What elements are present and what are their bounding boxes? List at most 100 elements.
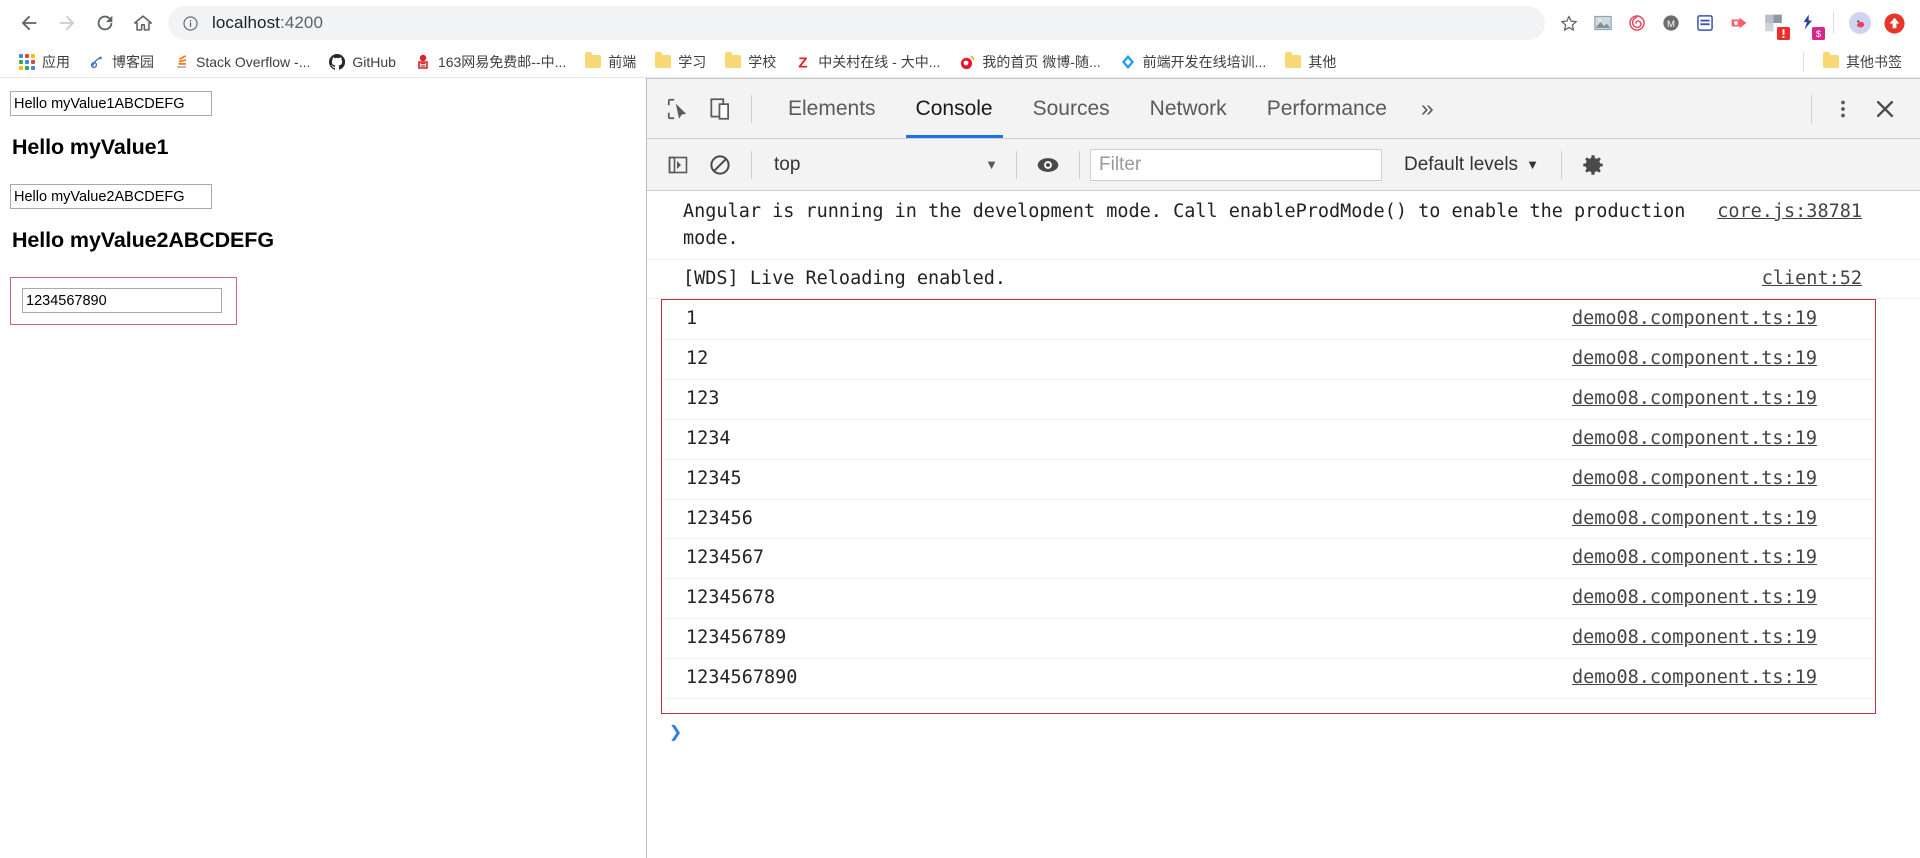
bookmark-folder[interactable]: 其他 [1276, 49, 1344, 75]
reload-button[interactable] [86, 4, 124, 42]
console-message-source[interactable]: demo08.component.ts:19 [1572, 386, 1869, 413]
live-expression-icon[interactable] [1027, 144, 1069, 186]
bookmark-item[interactable]: GitHub [320, 51, 404, 73]
bookmark-item[interactable]: Stack Overflow -... [164, 51, 318, 73]
forward-button[interactable] [48, 4, 86, 42]
console-message[interactable]: 12 demo08.component.ts:19 [662, 340, 1875, 381]
console-message[interactable]: Angular is running in the development mo… [647, 191, 1920, 260]
console-message-source[interactable]: demo08.component.ts:19 [1572, 506, 1869, 533]
console-message-source[interactable]: demo08.component.ts:19 [1572, 665, 1869, 692]
address-bar[interactable]: localhost:4200 [168, 6, 1545, 40]
tab-performance[interactable]: Performance [1247, 79, 1407, 138]
chevron-down-icon: ▼ [985, 157, 998, 172]
console-message[interactable]: 1234567 demo08.component.ts:19 [662, 539, 1875, 580]
blue-diamond-icon [1119, 54, 1137, 70]
weibo-icon [958, 54, 976, 70]
more-tabs-icon[interactable]: » [1407, 79, 1448, 138]
folder-icon [1822, 52, 1840, 70]
log-levels-label: Default levels [1404, 153, 1519, 175]
metamask-extension-icon[interactable]: M [1655, 7, 1687, 39]
bookmark-apps[interactable]: 应用 [10, 49, 78, 75]
translate-extension-icon[interactable] [1723, 7, 1755, 39]
toggle-device-toolbar-icon[interactable] [699, 88, 741, 130]
bookmark-folder[interactable]: 学校 [716, 49, 784, 75]
folder-icon [724, 52, 742, 70]
script-extension-icon[interactable]: $ [1791, 7, 1825, 40]
svg-text:M: M [1667, 19, 1675, 30]
execution-context-select[interactable]: top ▼ [766, 150, 1006, 180]
my-value1-input[interactable] [10, 91, 212, 116]
console-message-text: 1 [686, 308, 698, 330]
warning-extension-icon[interactable] [1757, 7, 1790, 40]
console-filter-input[interactable] [1090, 148, 1382, 181]
close-devtools-icon[interactable] [1864, 88, 1906, 130]
bookmark-label: 前端 [608, 53, 637, 70]
devtools-tabs: Elements Console Sources Network Perform… [768, 79, 1448, 138]
console-message[interactable]: 123 demo08.component.ts:19 [662, 380, 1875, 420]
console-message-text: 1234 [686, 427, 731, 449]
console-message-text: [WDS] Live Reloading enabled. [683, 267, 1007, 289]
netease-mail-icon [414, 54, 432, 70]
bookmark-item[interactable]: 前端开发在线培训... [1111, 49, 1275, 75]
browser-window: localhost:4200 M $ 应用 博客园 Stack Overflow… [0, 0, 1920, 858]
info-circle-icon[interactable] [182, 15, 200, 32]
bookmark-folder[interactable]: 前端 [576, 49, 644, 75]
devtools-tabbar-right [1801, 88, 1920, 130]
openai-extension-icon[interactable] [1621, 7, 1653, 39]
console-message[interactable]: 123456789 demo08.component.ts:19 [662, 619, 1875, 659]
bookmarks-bar: 应用 博客园 Stack Overflow -... GitHub 163网易免 [0, 46, 1920, 78]
console-message-source[interactable]: demo08.component.ts:19 [1572, 346, 1869, 373]
more-options-icon[interactable] [1822, 88, 1864, 130]
update-browser-icon[interactable] [1878, 7, 1910, 39]
console-sidebar-icon[interactable] [657, 144, 699, 186]
bookmark-folder[interactable]: 学习 [646, 49, 714, 75]
bookmark-label: GitHub [352, 53, 396, 70]
console-message-source[interactable]: client:52 [1762, 266, 1914, 293]
console-message-source[interactable]: demo08.component.ts:19 [1572, 585, 1869, 612]
console-message-source[interactable]: demo08.component.ts:19 [1572, 625, 1869, 652]
inspect-element-icon[interactable] [657, 88, 699, 130]
console-message[interactable]: 12345 demo08.component.ts:19 [662, 460, 1875, 500]
console-message-source[interactable]: demo08.component.ts:19 [1572, 426, 1869, 453]
console-message[interactable]: 1234 demo08.component.ts:19 [662, 420, 1875, 460]
bookmark-item[interactable]: 我的首页 微博-随... [950, 49, 1108, 75]
bookmark-item[interactable]: 博客园 [80, 49, 162, 75]
filterbar-divider-1 [751, 150, 752, 179]
home-button[interactable] [124, 4, 162, 42]
number-input[interactable] [22, 288, 222, 313]
other-bookmarks-folder[interactable]: 其他书签 [1814, 49, 1910, 75]
console-message-source[interactable]: demo08.component.ts:19 [1572, 466, 1869, 493]
console-prompt[interactable]: ❯ [647, 714, 1920, 751]
tab-console[interactable]: Console [896, 79, 1013, 138]
devtools-settings-icon[interactable] [1572, 144, 1614, 186]
console-message[interactable]: 12345678 demo08.component.ts:19 [662, 579, 1875, 619]
filterbar-divider-4 [1560, 150, 1562, 179]
bookmark-label: 中关村在线 - 大中... [818, 53, 941, 70]
highlighted-form [10, 277, 237, 325]
clear-console-icon[interactable] [699, 144, 741, 186]
bookmark-item[interactable]: Z 中关村在线 - 大中... [786, 49, 948, 75]
console-message-source[interactable]: demo08.component.ts:19 [1572, 545, 1869, 572]
console-message-text: 123456789 [686, 626, 787, 648]
profile-avatar-icon[interactable] [1844, 7, 1876, 39]
notes-extension-icon[interactable] [1689, 7, 1721, 39]
tab-sources[interactable]: Sources [1013, 79, 1130, 138]
my-value2-input[interactable] [10, 184, 212, 209]
log-levels-select[interactable]: Default levels ▼ [1392, 150, 1551, 180]
screenshot-extension-icon[interactable] [1587, 7, 1619, 39]
bookmark-star-icon[interactable] [1553, 7, 1585, 39]
console-message-source[interactable]: demo08.component.ts:19 [1572, 306, 1869, 333]
console-message[interactable]: 1 demo08.component.ts:19 [662, 300, 1875, 341]
tab-elements[interactable]: Elements [768, 79, 896, 138]
devtools-right-divider [1811, 94, 1812, 123]
console-message-source[interactable]: core.js:38781 [1717, 199, 1914, 226]
console-message[interactable]: [WDS] Live Reloading enabled. client:52 [647, 260, 1920, 300]
console-message[interactable]: 123456 demo08.component.ts:19 [662, 500, 1875, 540]
console-message-text: 12345 [686, 467, 742, 489]
folder-icon [584, 52, 602, 70]
web-page-viewport: Hello myValue1 Hello myValue2ABCDEFG [0, 78, 647, 858]
console-message[interactable]: 1234567890 demo08.component.ts:19 [662, 659, 1875, 699]
back-button[interactable] [10, 4, 48, 42]
bookmark-item[interactable]: 163网易免费邮--中... [406, 49, 574, 75]
tab-network[interactable]: Network [1130, 79, 1247, 138]
